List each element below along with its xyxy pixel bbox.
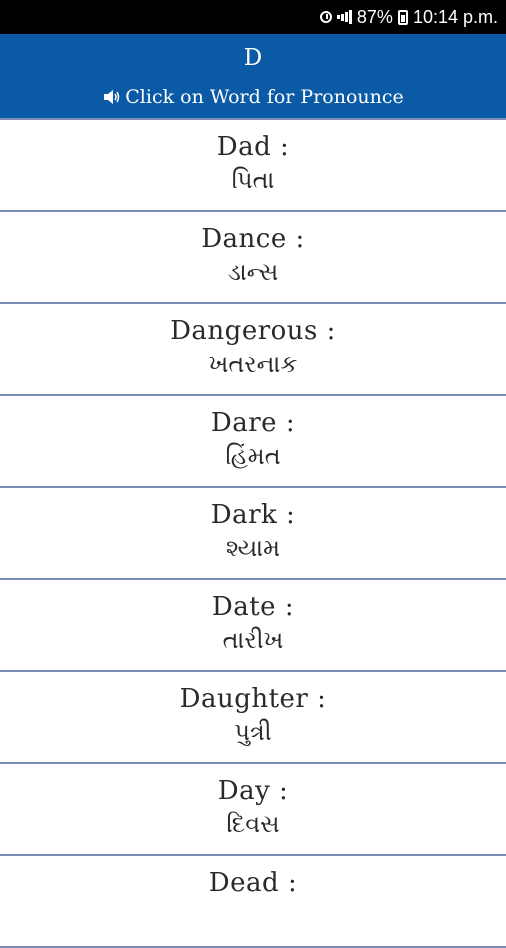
- letter-title: D: [243, 45, 263, 71]
- gujarati-meaning: શ્યામ: [225, 534, 281, 562]
- english-word[interactable]: Daughter :: [0, 672, 506, 714]
- gujarati-meaning: દિવસ: [226, 810, 280, 838]
- english-word[interactable]: Dark :: [0, 488, 506, 530]
- english-word[interactable]: Dad :: [0, 120, 506, 162]
- word-row[interactable]: Day : દિવસ: [0, 764, 506, 856]
- battery-icon: [397, 9, 408, 25]
- word-row[interactable]: Dead :: [0, 856, 506, 948]
- word-row[interactable]: Dare : હિંમત: [0, 396, 506, 488]
- pronounce-hint: Click on Word for Pronounce: [0, 84, 506, 110]
- signal-icon: [336, 10, 352, 24]
- word-row[interactable]: Daughter : પુત્રી: [0, 672, 506, 764]
- word-row[interactable]: Dance : ડાન્સ: [0, 212, 506, 304]
- english-word[interactable]: Day :: [0, 764, 506, 806]
- english-word[interactable]: Dance :: [0, 212, 506, 254]
- pronounce-hint-text: Click on Word for Pronounce: [125, 86, 404, 108]
- word-row[interactable]: Date : તારીખ: [0, 580, 506, 672]
- battery-level: 87%: [356, 6, 393, 27]
- word-row[interactable]: Dad : પિતા: [0, 120, 506, 212]
- clock: 10:14 p.m.: [412, 6, 498, 27]
- gujarati-meaning: તારીખ: [222, 626, 284, 654]
- word-row[interactable]: Dangerous : ખતરનાક: [0, 304, 506, 396]
- gujarati-meaning: ખતરનાક: [208, 350, 298, 378]
- word-row[interactable]: Dark : શ્યામ: [0, 488, 506, 580]
- gujarati-meaning: પિતા: [231, 166, 275, 194]
- english-word[interactable]: Date :: [0, 580, 506, 622]
- status-bar: 87% 10:14 p.m.: [0, 0, 506, 34]
- english-word[interactable]: Dead :: [0, 856, 506, 898]
- english-word[interactable]: Dangerous :: [0, 304, 506, 346]
- gujarati-meaning: ડાન્સ: [227, 258, 279, 286]
- gujarati-meaning: હિંમત: [225, 442, 281, 470]
- alarm-icon: [319, 11, 332, 23]
- header: D Click on Word for Pronounce: [0, 34, 506, 118]
- english-word[interactable]: Dare :: [0, 396, 506, 438]
- speaker-icon: [102, 88, 122, 106]
- gujarati-meaning: પુત્રી: [234, 718, 272, 746]
- word-list: Dad : પિતા Dance : ડાન્સ Dangerous : ખતરનાક Da…: [0, 118, 506, 948]
